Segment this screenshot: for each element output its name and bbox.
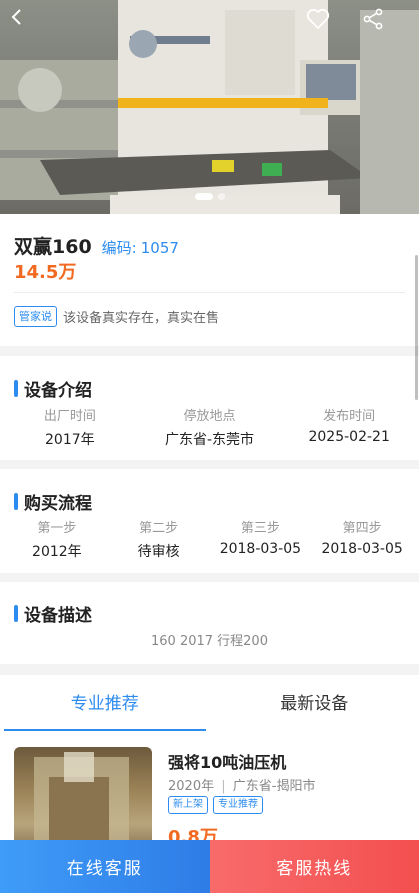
section-title: 设备介绍: [24, 381, 92, 401]
intro-label: 停放地点: [183, 409, 236, 424]
carousel-indicator: [0, 193, 419, 200]
back-arrow-icon: [11, 9, 21, 25]
back-button[interactable]: [8, 8, 40, 40]
butler-badge: 管家说: [14, 306, 57, 327]
bottom-action-bar: 在线客服 客服热线: [0, 840, 419, 893]
favorite-button[interactable]: [306, 8, 338, 40]
step-label: 第一步: [37, 521, 77, 536]
intro-value: 2025-02-21: [308, 429, 390, 445]
step-value: 待审核: [137, 544, 180, 560]
listing-separator: |: [221, 779, 226, 794]
recommend-tabs: 专业推荐 最新设备: [0, 675, 419, 733]
section-header-description: 设备描述: [14, 601, 92, 626]
service-hotline-button[interactable]: 客服热线: [209, 840, 419, 893]
product-code-label: 编码:: [101, 239, 137, 257]
intro-value: 广东省-东莞市: [164, 432, 255, 448]
heart-outline-icon: [306, 8, 330, 30]
tag-recommend: 专业推荐: [213, 796, 263, 814]
butler-note-text: 该设备真实存在，真实在售: [63, 311, 220, 326]
process-step: 第一步 2012年: [6, 517, 108, 561]
intro-column: 出厂时间 2017年: [0, 405, 140, 449]
intro-value: 2017年: [45, 432, 95, 448]
listing-year: 2020年: [168, 779, 215, 794]
section-header-process: 购买流程: [14, 489, 92, 514]
process-step: 第三步 2018-03-05: [210, 517, 312, 561]
tag-new: 新上架: [168, 796, 208, 814]
share-button[interactable]: [362, 8, 394, 40]
intro-label: 发布时间: [323, 409, 376, 424]
section-title: 设备描述: [24, 606, 92, 626]
intro-column: 停放地点 广东省-东莞市: [140, 405, 280, 449]
process-steps: 第一步 2012年 第二步 待审核 第三步 2018-03-05 第四步 201…: [0, 517, 419, 561]
share-icon: [363, 8, 383, 30]
machine-photo: [0, 0, 419, 214]
product-image-carousel[interactable]: [0, 0, 419, 214]
section-title: 购买流程: [24, 494, 92, 514]
butler-note: 管家说 该设备真实存在，真实在售: [14, 306, 219, 327]
step-value: 2018-03-05: [219, 541, 302, 557]
description-text: 160 2017 行程200: [151, 634, 268, 649]
step-value: 2012年: [32, 544, 82, 560]
section-accent-bar: [14, 493, 18, 510]
tab-professional-recommend[interactable]: 专业推荐: [0, 675, 210, 733]
section-header-intro: 设备介绍: [14, 376, 92, 401]
product-price: 14.5万: [14, 262, 77, 283]
carousel-dot[interactable]: [217, 193, 225, 200]
process-step: 第四步 2018-03-05: [311, 517, 413, 561]
product-name: 双赢160: [14, 236, 92, 258]
listing-tags: 新上架 专业推荐: [168, 796, 263, 814]
listing-location: 广东省-揭阳市: [232, 779, 316, 794]
step-label: 第二步: [139, 521, 179, 536]
scrollbar[interactable]: [415, 255, 418, 400]
intro-label: 出厂时间: [43, 409, 96, 424]
product-title-row: 双赢160 编码: 1057: [14, 232, 179, 259]
step-value: 2018-03-05: [321, 541, 403, 557]
intro-info-columns: 出厂时间 2017年 停放地点 广东省-东莞市 发布时间 2025-02-21: [0, 405, 419, 449]
divider: [14, 292, 405, 293]
product-code: 1057: [140, 239, 179, 257]
section-accent-bar: [14, 380, 18, 397]
listing-meta: 2020年 | 广东省-揭阳市: [168, 775, 315, 794]
carousel-dot[interactable]: [194, 193, 213, 200]
section-accent-bar: [14, 605, 18, 622]
online-service-button[interactable]: 在线客服: [0, 840, 210, 893]
step-label: 第三步: [240, 521, 280, 536]
tab-latest-equipment[interactable]: 最新设备: [210, 675, 419, 733]
process-step: 第二步 待审核: [108, 517, 210, 561]
step-label: 第四步: [342, 521, 382, 536]
intro-column: 发布时间 2025-02-21: [279, 405, 419, 449]
listing-title: 强将10吨油压机: [168, 753, 287, 772]
